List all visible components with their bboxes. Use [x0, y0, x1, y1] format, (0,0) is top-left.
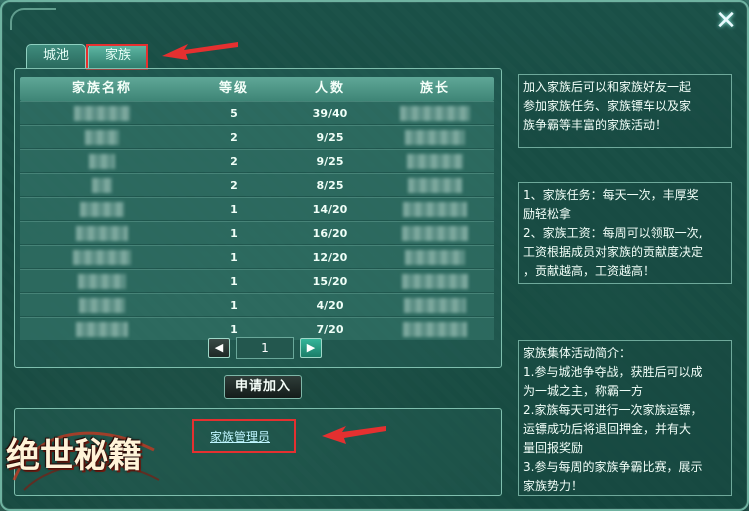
cell-members: 8/25 — [316, 179, 344, 192]
blurred-leader-name — [405, 250, 465, 265]
blurred-family-name — [89, 154, 115, 169]
blurred-family-name — [76, 322, 128, 337]
blurred-family-name — [92, 178, 112, 193]
blurred-leader-name — [407, 154, 463, 169]
info-line: 为一城之主，称霸一方 — [523, 384, 644, 398]
blurred-leader-name — [403, 322, 467, 337]
info-box-activities: 家族集体活动简介： 1.参与城池争夺战，获胜后可以成 为一城之主，称霸一方 2.… — [518, 340, 732, 496]
blurred-leader-name — [408, 178, 462, 193]
cell-members: 39/40 — [312, 107, 348, 120]
blurred-leader-name — [402, 226, 468, 241]
cell-level: 1 — [230, 203, 238, 216]
info-line: 2、家族工资：每周可以领取一次, — [523, 226, 703, 240]
info-line: 3.参与每周的家族争霸比赛，展示 — [523, 460, 703, 474]
blurred-leader-name — [404, 298, 466, 313]
column-header-level: 等级 — [218, 81, 249, 96]
blurred-family-name — [74, 106, 130, 121]
info-line: 2.家族每天可进行一次家族运镖， — [523, 403, 703, 417]
cell-members: 12/20 — [312, 251, 348, 264]
blurred-family-name — [85, 130, 119, 145]
blurred-family-name — [79, 298, 125, 313]
cell-level: 1 — [230, 251, 238, 264]
info-line: 家族集体活动简介： — [523, 346, 632, 360]
info-line: 1.参与城池争夺战，获胜后可以成 — [523, 365, 703, 379]
blurred-family-name — [73, 250, 131, 265]
table-row[interactable]: 5 39/40 — [20, 101, 494, 124]
column-header-leader: 族长 — [419, 81, 450, 96]
corner-ornament — [10, 8, 56, 30]
cell-level: 5 — [230, 107, 238, 120]
manager-link-highlight-box — [192, 419, 296, 453]
blurred-leader-name — [403, 202, 467, 217]
table-row[interactable]: 1 16/20 — [20, 221, 494, 244]
table-row[interactable]: 1 14/20 — [20, 197, 494, 220]
info-line: 加入家族后可以和家族好友一起 — [523, 80, 692, 94]
blurred-leader-name — [400, 106, 470, 121]
info-line: 励轻松拿 — [523, 207, 572, 221]
info-line: 1、家族任务：每天一次，丰厚奖 — [523, 188, 699, 202]
blurred-family-name — [78, 274, 126, 289]
arrow-annotation-icon — [162, 42, 238, 60]
apply-join-button[interactable]: 申请加入 — [224, 375, 302, 399]
blurred-leader-name — [405, 130, 465, 145]
close-icon[interactable]: ✕ — [711, 6, 741, 36]
prev-page-button[interactable]: ◀ — [208, 338, 230, 358]
cell-members: 16/20 — [312, 227, 348, 240]
blurred-family-name — [80, 202, 124, 217]
info-line: 家族势力！ — [523, 479, 584, 493]
table-row[interactable]: 2 9/25 — [20, 125, 494, 148]
table-row[interactable]: 1 4/20 — [20, 293, 494, 316]
next-page-button[interactable]: ▶ — [300, 338, 322, 358]
cell-level: 1 — [230, 299, 238, 312]
blurred-family-name — [76, 226, 128, 241]
cell-level: 2 — [230, 155, 238, 168]
arrow-annotation-icon — [322, 426, 386, 444]
game-logo-text: 绝世秘籍 — [6, 436, 142, 476]
cell-members: 7/20 — [316, 323, 344, 336]
info-box-intro: 加入家族后可以和家族好友一起 参加家族任务、家族镖车以及家 族争霸等丰富的家族活… — [518, 74, 732, 148]
info-line: 族争霸等丰富的家族活动！ — [523, 118, 668, 132]
table-row[interactable]: 1 12/20 — [20, 245, 494, 268]
info-box-benefits: 1、家族任务：每天一次，丰厚奖 励轻松拿 2、家族工资：每周可以领取一次, 工资… — [518, 182, 732, 284]
tab-family-highlight-box — [86, 44, 148, 70]
cell-level: 1 — [230, 275, 238, 288]
tab-city[interactable]: 城池 — [26, 44, 86, 68]
table-header: 家族名称 等级 人数 族长 — [20, 77, 494, 101]
table-row[interactable]: 2 9/25 — [20, 149, 494, 172]
info-line: 工资根据成员对家族的贡献度决定 — [523, 245, 704, 259]
cell-members: 4/20 — [316, 299, 344, 312]
info-line: 参加家族任务、家族镖车以及家 — [523, 99, 692, 113]
table-row[interactable]: 2 8/25 — [20, 173, 494, 196]
info-line: 量回报奖励 — [523, 441, 584, 455]
cell-level: 1 — [230, 227, 238, 240]
info-line: 运镖成功后将退回押金，并有大 — [523, 422, 692, 436]
cell-members: 15/20 — [312, 275, 348, 288]
page-number-field[interactable]: 1 — [236, 337, 294, 359]
cell-members: 14/20 — [312, 203, 348, 216]
table-row[interactable]: 1 15/20 — [20, 269, 494, 292]
cell-members: 9/25 — [316, 155, 344, 168]
blurred-leader-name — [402, 274, 468, 289]
column-header-name: 家族名称 — [71, 81, 132, 96]
cell-members: 9/25 — [316, 131, 344, 144]
cell-level: 2 — [230, 131, 238, 144]
info-line: ，贡献越高，工资越高！ — [523, 264, 656, 278]
cell-level: 2 — [230, 179, 238, 192]
column-header-members: 人数 — [314, 81, 345, 96]
